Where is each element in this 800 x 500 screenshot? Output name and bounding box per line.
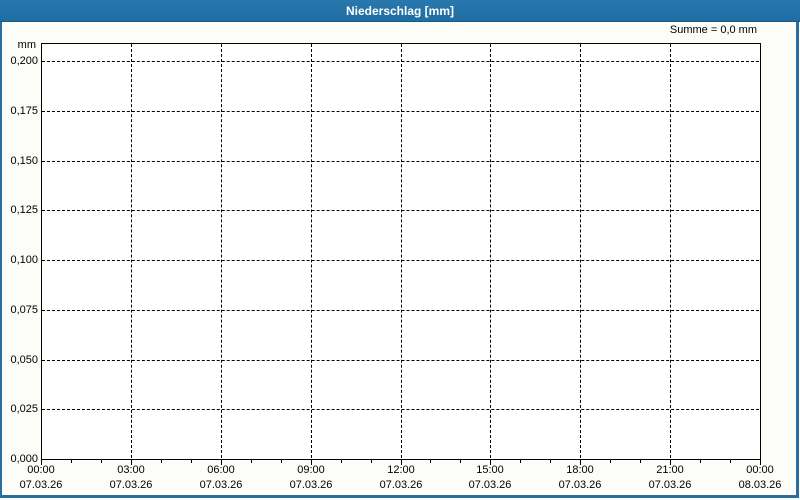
x-minor-tick [281, 460, 282, 463]
window-title-bar: Niederschlag [mm] [0, 0, 800, 22]
x-time-label: 15:00 [476, 464, 504, 476]
x-minor-tick [71, 460, 72, 463]
x-minor-tick [610, 460, 611, 463]
x-minor-tick [371, 460, 372, 463]
v-gridline [490, 44, 491, 458]
window-title: Niederschlag [mm] [345, 3, 455, 18]
x-time-label: 00:00 [746, 464, 774, 476]
x-minor-tick [550, 460, 551, 463]
y-tick-label: 0,075 [10, 304, 38, 316]
y-tick-label: 0,025 [10, 403, 38, 415]
y-axis-unit-label: mm [17, 39, 36, 51]
v-gridline [311, 44, 312, 458]
x-date-label: 07.03.26 [289, 479, 333, 491]
precipitation-chart-window: Niederschlag [mm] Summe = 0,0 mm mm 0,00… [0, 0, 800, 500]
x-date-label: 08.03.26 [738, 479, 782, 491]
v-gridline [131, 44, 132, 458]
y-tick-label: 0,125 [10, 204, 38, 216]
v-gridline [670, 44, 671, 458]
sum-label: Summe = 0,0 mm [669, 24, 757, 36]
y-tick-label: 0,200 [10, 55, 38, 67]
x-date-label: 07.03.26 [109, 479, 153, 491]
x-time-label: 09:00 [297, 464, 325, 476]
x-time-label: 12:00 [387, 464, 415, 476]
y-tick-label: 0,150 [10, 155, 38, 167]
x-time-label: 06:00 [207, 464, 235, 476]
x-minor-tick [520, 460, 521, 463]
x-minor-tick [161, 460, 162, 463]
x-minor-tick [101, 460, 102, 463]
v-gridline [401, 44, 402, 458]
x-minor-tick [191, 460, 192, 463]
y-tick-label: 0,100 [10, 254, 38, 266]
x-date-label: 07.03.26 [558, 479, 602, 491]
x-time-label: 18:00 [566, 464, 594, 476]
x-date-label: 07.03.26 [468, 479, 512, 491]
x-time-label: 21:00 [656, 464, 684, 476]
window-border-right [796, 22, 799, 497]
x-minor-tick [251, 460, 252, 463]
v-gridline [580, 44, 581, 458]
x-minor-tick [700, 460, 701, 463]
x-minor-tick [460, 460, 461, 463]
x-time-label: 03:00 [117, 464, 145, 476]
y-tick-label: 0,175 [10, 105, 38, 117]
x-minor-tick [640, 460, 641, 463]
x-minor-tick [341, 460, 342, 463]
x-date-label: 07.03.26 [379, 479, 423, 491]
x-minor-tick [430, 460, 431, 463]
y-tick-label: 0,050 [10, 354, 38, 366]
x-date-label: 07.03.26 [648, 479, 692, 491]
x-time-label: 00:00 [27, 464, 55, 476]
x-date-label: 07.03.26 [199, 479, 243, 491]
v-gridline [221, 44, 222, 458]
x-minor-tick [730, 460, 731, 463]
x-date-label: 07.03.26 [19, 479, 63, 491]
window-border-bottom [0, 495, 799, 498]
